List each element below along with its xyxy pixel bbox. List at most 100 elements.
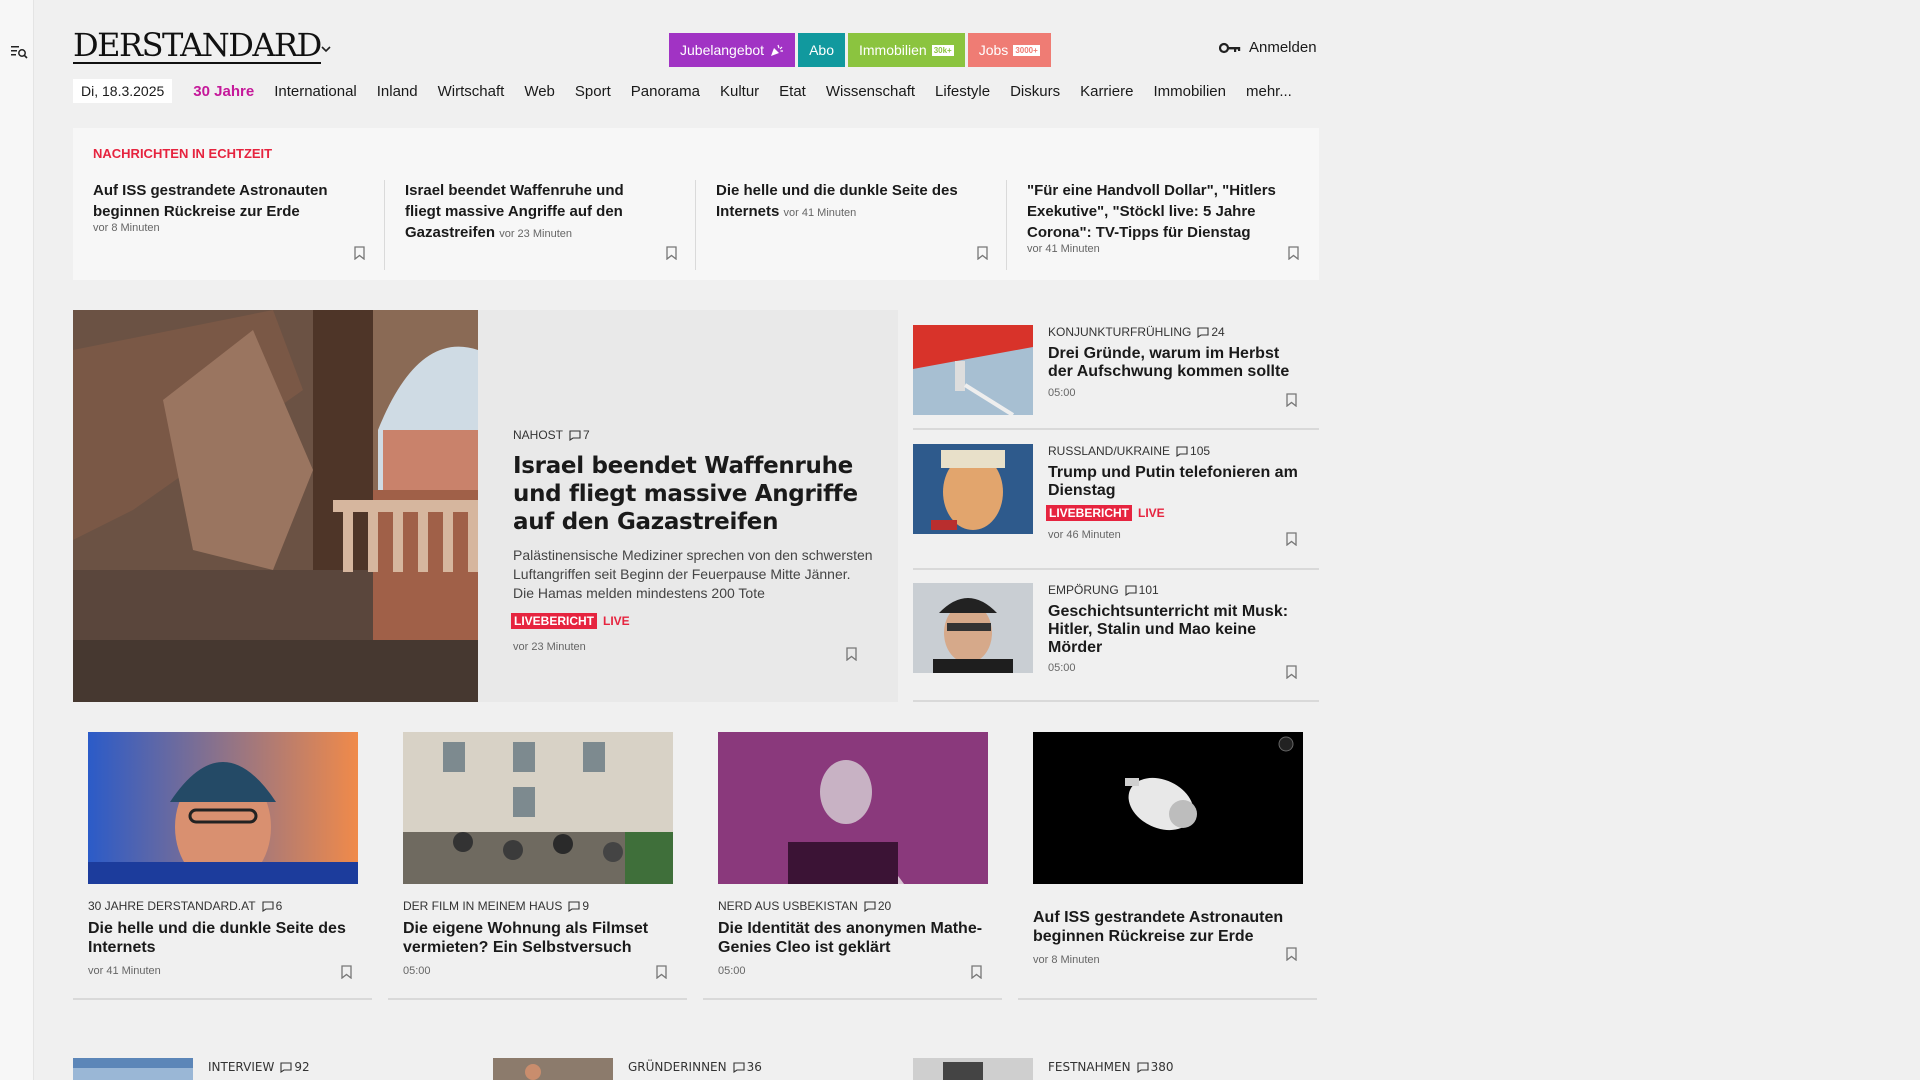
comment-count-value: 9	[582, 899, 590, 913]
side-article[interactable]: KONJUNKTURFRÜHLING 24 Drei Gründe, warum…	[913, 310, 1319, 430]
jobs-button[interactable]: Jobs 3000+	[967, 33, 1051, 67]
bookmark-icon[interactable]	[846, 647, 857, 661]
article-teaser[interactable]: INTERVIEW 92	[73, 1058, 479, 1080]
teaser-image[interactable]	[913, 1058, 1033, 1080]
ticker-title: "Für eine Handvoll Dollar", "Hitlers Exe…	[1027, 182, 1276, 241]
left-rail	[0, 0, 34, 1080]
comment-count[interactable]: 105	[1176, 444, 1210, 458]
card-title[interactable]: Die helle und die dunkle Seite des Inter…	[88, 919, 358, 957]
side-image[interactable]	[913, 444, 1033, 534]
card-title[interactable]: Auf ISS gestrandete Astronauten beginnen…	[1033, 908, 1303, 946]
site-logo[interactable]: DERSTANDARD	[73, 28, 322, 64]
ticker-time: vor 8 Minuten	[93, 222, 160, 234]
teaser-image[interactable]	[73, 1058, 193, 1080]
article-card[interactable]: DER FILM IN MEINEM HAUS 9 Die eigene Woh…	[388, 732, 687, 1000]
lead-story[interactable]: NAHOST 7 Israel beendet Waffenruhe und f…	[73, 310, 898, 702]
article-card[interactable]: 30 JAHRE DERSTANDARD.AT 6 Die helle und …	[73, 732, 372, 1000]
kicker-label: 30 JAHRE DERSTANDARD.AT	[88, 899, 256, 913]
side-title[interactable]: Drei Gründe, warum im Herbst der Aufschw…	[1048, 345, 1298, 381]
card-image[interactable]	[718, 732, 988, 884]
comment-count-value: 7	[583, 428, 590, 442]
nav-item-lifestyle[interactable]: Lifestyle	[935, 83, 990, 100]
comment-count[interactable]: 36	[733, 1060, 762, 1074]
chevron-down-icon[interactable]	[319, 42, 333, 56]
nav-item-wissenschaft[interactable]: Wissenschaft	[826, 83, 915, 100]
side-text: EMPÖRUNG 101 Geschichtsunterricht mit Mu…	[1048, 583, 1298, 674]
side-article[interactable]: RUSSLAND/UKRAINE 105 Trump und Putin tel…	[913, 430, 1319, 570]
nav-item-immobilien[interactable]: Immobilien	[1153, 83, 1226, 100]
bookmark-icon[interactable]	[1286, 532, 1297, 546]
nav-item-web[interactable]: Web	[524, 83, 555, 100]
card-image[interactable]	[403, 732, 673, 884]
article-card[interactable]: Auf ISS gestrandete Astronauten beginnen…	[1018, 732, 1317, 1000]
side-image[interactable]	[913, 325, 1033, 415]
comment-count[interactable]: 7	[569, 428, 590, 442]
comment-count[interactable]: 6	[262, 899, 282, 913]
article-teaser[interactable]: GRÜNDERINNEN 36	[493, 1058, 899, 1080]
nav-item-more[interactable]: mehr...	[1246, 83, 1292, 100]
teaser-kicker: INTERVIEW 92	[208, 1060, 310, 1074]
nav-item-panorama[interactable]: Panorama	[631, 83, 700, 100]
nav-item-diskurs[interactable]: Diskurs	[1010, 83, 1060, 100]
ticker-item[interactable]: Auf ISS gestrandete Astronauten beginnen…	[73, 180, 373, 270]
card-title[interactable]: Die eigene Wohnung als Filmset vermieten…	[403, 919, 673, 957]
card-image[interactable]	[1033, 732, 1303, 884]
lead-teaser: Palästinensische Mediziner sprechen von …	[513, 547, 873, 601]
bookmark-icon[interactable]	[666, 246, 677, 260]
nav-item-international[interactable]: International	[274, 83, 357, 100]
comment-count[interactable]: 20	[864, 899, 891, 913]
article-teaser[interactable]: FESTNAHMEN 380	[913, 1058, 1319, 1080]
side-time: 05:00	[1048, 662, 1076, 674]
card-title[interactable]: Die Identität des anonymen Mathe-Genies …	[718, 919, 988, 957]
menu-search-icon[interactable]	[10, 44, 28, 60]
comment-count[interactable]: 380	[1137, 1060, 1173, 1074]
bookmark-icon[interactable]	[977, 246, 988, 260]
nav-item-30-jahre[interactable]: 30 Jahre	[193, 83, 254, 100]
nav-item-kultur[interactable]: Kultur	[720, 83, 759, 100]
teaser-image[interactable]	[493, 1058, 613, 1080]
nav-item-sport[interactable]: Sport	[575, 83, 611, 100]
comment-count[interactable]: 92	[280, 1060, 310, 1074]
side-title[interactable]: Trump und Putin telefonieren am Dienstag	[1048, 464, 1298, 500]
comment-count[interactable]: 9	[568, 899, 589, 913]
nav-item-inland[interactable]: Inland	[377, 83, 418, 100]
side-article[interactable]: EMPÖRUNG 101 Geschichtsunterricht mit Mu…	[913, 570, 1319, 702]
immobilien-button[interactable]: Immobilien 30k+	[848, 33, 965, 67]
bookmark-icon[interactable]	[341, 965, 352, 979]
ticker-title: Auf ISS gestrandete Astronauten beginnen…	[93, 182, 328, 220]
ticker-item[interactable]: "Für eine Handvoll Dollar", "Hitlers Exe…	[1006, 180, 1306, 270]
bookmark-icon[interactable]	[656, 965, 667, 979]
ticker-item[interactable]: Israel beendet Waffenruhe und fliegt mas…	[384, 180, 684, 270]
card-time: 05:00	[718, 965, 746, 977]
bookmark-icon[interactable]	[1288, 246, 1299, 260]
article-card[interactable]: NERD AUS USBEKISTAN 20 Die Identität des…	[703, 732, 1002, 1000]
abo-button[interactable]: Abo	[798, 33, 845, 67]
nav-item-etat[interactable]: Etat	[779, 83, 806, 100]
lead-title[interactable]: Israel beendet Waffenruhe und fliegt mas…	[513, 452, 873, 536]
side-title[interactable]: Geschichtsunterricht mit Musk: Hitler, S…	[1048, 603, 1298, 657]
comment-count[interactable]: 101	[1125, 583, 1159, 597]
bookmark-icon[interactable]	[1286, 665, 1297, 679]
card-kicker: NERD AUS USBEKISTAN 20	[718, 899, 988, 913]
ticker-item[interactable]: Die helle und die dunkle Seite des Inter…	[695, 180, 995, 270]
comment-icon	[1137, 1061, 1149, 1073]
nav-item-wirtschaft[interactable]: Wirtschaft	[438, 83, 505, 100]
side-image[interactable]	[913, 583, 1033, 673]
kicker-label: KONJUNKTURFRÜHLING	[1048, 325, 1192, 339]
lead-image[interactable]	[73, 310, 478, 702]
card-image[interactable]	[88, 732, 358, 884]
kicker-label: RUSSLAND/UKRAINE	[1048, 444, 1171, 458]
login-button[interactable]: Anmelden	[1219, 39, 1317, 56]
comment-count[interactable]: 24	[1197, 325, 1225, 339]
promo-count-badge: 3000+	[1013, 44, 1040, 56]
bookmark-icon[interactable]	[1286, 947, 1297, 961]
card-text: NERD AUS USBEKISTAN 20 Die Identität des…	[718, 899, 988, 977]
nav-item-karriere[interactable]: Karriere	[1080, 83, 1133, 100]
liveticker-badge: LIVEBERICHT	[511, 613, 598, 629]
jubelangebot-button[interactable]: Jubelangebot	[669, 33, 796, 67]
bookmark-icon[interactable]	[354, 246, 365, 260]
card-time: 05:00	[403, 965, 431, 977]
bookmark-icon[interactable]	[971, 965, 982, 979]
bookmark-icon[interactable]	[1286, 393, 1297, 407]
liveticker-badge: LIVEBERICHT	[1046, 505, 1133, 521]
